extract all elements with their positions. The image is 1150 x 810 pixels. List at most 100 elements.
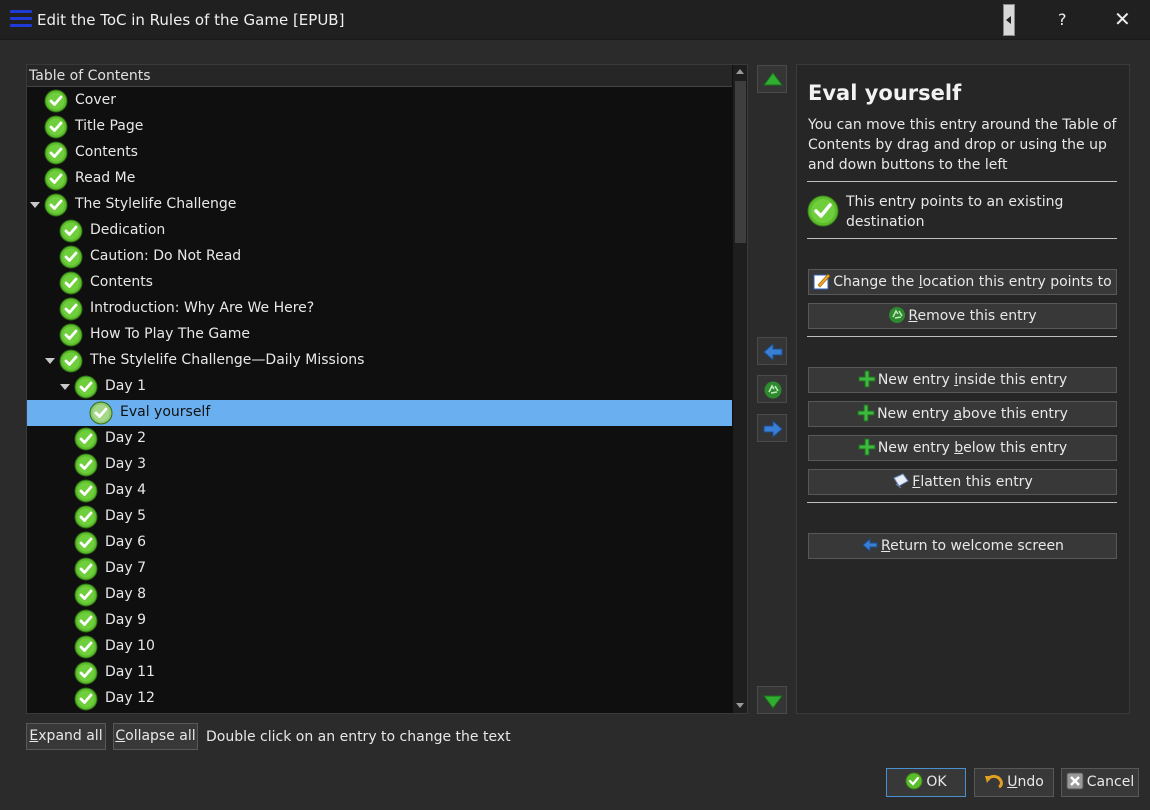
tree-row-label: Caution: Do Not Read [90,248,242,264]
move-down-button[interactable] [757,686,787,714]
tree-scrollbar[interactable] [733,65,747,713]
tree-row[interactable]: Dedication [27,218,732,244]
scroll-up-icon[interactable] [736,69,744,74]
tree-row-label: Day 1 [105,378,147,394]
tree-row[interactable]: Introduction: Why Are We Here? [27,296,732,322]
arrow-up-icon [763,72,783,86]
scroll-thumb[interactable] [735,81,746,243]
pin-icon[interactable] [1003,4,1015,36]
tree-row-label: Day 9 [105,612,147,628]
tree-row[interactable]: Day 1 [27,374,732,400]
divider [807,238,1117,239]
tree-row[interactable]: Day 5 [27,504,732,530]
cancel-icon [1066,772,1084,800]
collapse-all-button[interactable]: Collapse all [113,723,198,750]
tree-row-label: Day 4 [105,482,147,498]
tree-row[interactable]: The Stylelife Challenge—Daily Missions [27,348,732,374]
check-icon [59,297,83,325]
tree-row[interactable]: Day 7 [27,556,732,582]
tree-row[interactable]: Day 6 [27,530,732,556]
check-icon [74,505,98,533]
indent-left-button[interactable] [757,337,787,365]
check-icon [74,531,98,559]
expand-arrow-icon[interactable] [60,384,70,390]
check-icon [74,661,98,689]
check-icon [74,375,98,403]
tree-row-label: Day 6 [105,534,147,550]
tree-row-label: Day 12 [105,690,155,706]
help-button[interactable]: ? [1058,10,1067,29]
tree-row[interactable]: Day 12 [27,686,732,712]
check-icon [44,193,68,221]
ok-button[interactable]: OK [886,768,966,797]
tree-row[interactable]: Day 9 [27,608,732,634]
hint-text: Double click on an entry to change the t… [206,729,511,745]
title-bar: Edit the ToC in Rules of the Game [EPUB]… [0,0,1150,40]
entry-status: This entry points to an existing destina… [846,194,1064,230]
tree-row-label: The Stylelife Challenge [75,196,237,212]
expand-arrow-icon[interactable] [30,202,40,208]
flatten-entry-button[interactable]: Flatten this entry [808,469,1117,495]
divider [807,181,1117,182]
tree-row[interactable]: Day 3 [27,452,732,478]
plus-icon [858,370,876,396]
expand-all-button[interactable]: Expand all [26,723,106,750]
tree-row[interactable]: How To Play The Game [27,322,732,348]
tree-row-label: Day 3 [105,456,147,472]
tree-row[interactable]: Title Page [27,114,732,140]
check-icon [59,323,83,351]
tree-row-label: Contents [90,274,153,290]
tree-row[interactable]: The Stylelife Challenge [27,192,732,218]
tree-row[interactable]: Eval yourself [27,400,732,426]
tree-row-label: Contents [75,144,138,160]
undo-icon [984,772,1004,800]
remove-entry-button[interactable]: Remove this entry [808,303,1117,329]
arrow-down-icon [763,695,783,709]
edit-icon [813,272,831,298]
toc-tree[interactable]: Table of Contents Cover Title Page Content… [26,64,748,714]
move-up-button[interactable] [757,65,787,93]
tree-row-label: Introduction: Why Are We Here? [90,300,315,316]
tree-row-label: Day 5 [105,508,147,524]
indent-right-button[interactable] [757,414,787,442]
tree-row-label: Eval yourself [120,404,211,420]
tree-row[interactable]: Contents [27,270,732,296]
tree-row-label: How To Play The Game [90,326,250,342]
check-icon [59,349,83,377]
return-welcome-button[interactable]: Return to welcome screen [808,533,1117,559]
tree-row[interactable]: Day 4 [27,478,732,504]
new-entry-above-button[interactable]: New entry above this entry [808,401,1117,427]
menu-icon[interactable] [10,10,32,30]
tree-row[interactable]: Caution: Do Not Read [27,244,732,270]
back-arrow-icon [861,536,879,562]
expand-arrow-icon[interactable] [45,358,55,364]
tree-row[interactable]: Read Me [27,166,732,192]
recycle-icon [764,381,782,399]
tree-row[interactable]: Cover [27,88,732,114]
check-icon [74,609,98,637]
check-icon [59,271,83,299]
check-icon [74,583,98,611]
delete-entry-button[interactable] [757,375,787,403]
cancel-button[interactable]: Cancel [1061,768,1139,797]
tree-row[interactable]: Day 11 [27,660,732,686]
change-location-button[interactable]: Change the location this entry points to [808,269,1117,295]
tree-row[interactable]: Contents [27,140,732,166]
divider [807,336,1117,337]
tree-header: Table of Contents [27,65,732,87]
tree-row[interactable]: Day 2 [27,426,732,452]
entry-description: You can move this entry around the Table… [808,117,1117,173]
new-entry-below-button[interactable]: New entry below this entry [808,435,1117,461]
tree-row-label: Title Page [75,118,144,134]
close-button[interactable]: ✕ [1114,7,1131,31]
scroll-down-icon[interactable] [736,703,744,708]
check-icon [74,635,98,663]
plus-icon [858,438,876,464]
undo-button[interactable]: Undo [974,768,1054,797]
entry-title: Eval yourself [808,81,962,105]
tree-row[interactable]: Day 8 [27,582,732,608]
tree-row[interactable]: Day 10 [27,634,732,660]
plus-icon [857,404,875,430]
arrow-left-icon [763,342,783,362]
new-entry-inside-button[interactable]: New entry inside this entry [808,367,1117,393]
